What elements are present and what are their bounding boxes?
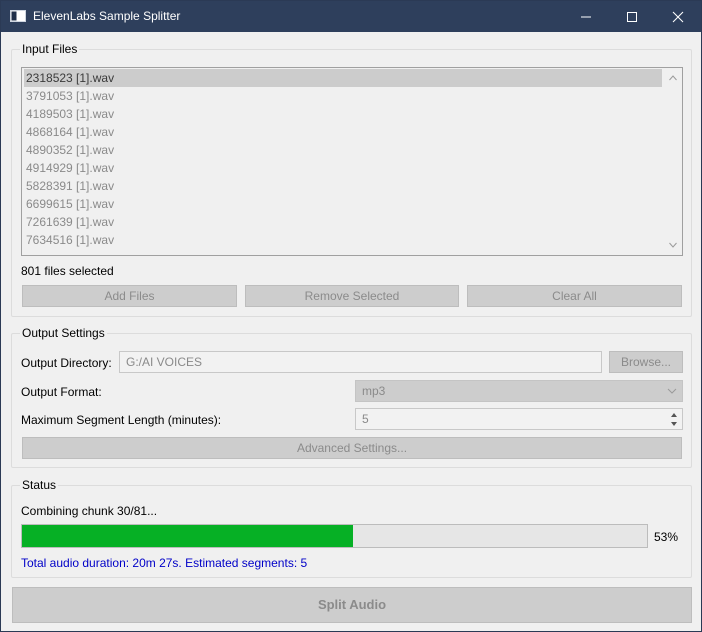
progress-fill <box>22 525 354 547</box>
close-icon <box>672 11 684 22</box>
file-list-item[interactable]: 6699615 [1].wav <box>24 195 114 213</box>
progress-bar <box>21 524 648 548</box>
clear-all-button[interactable]: Clear All <box>467 285 682 307</box>
file-list-item[interactable]: 4914929 [1].wav <box>24 159 114 177</box>
status-message: Combining chunk 30/81... <box>21 504 158 518</box>
minimize-icon <box>581 16 591 17</box>
duration-info: Total audio duration: 20m 27s. Estimated… <box>21 556 308 570</box>
arrow-up-icon <box>671 412 677 417</box>
scroll-up-icon[interactable] <box>668 73 678 83</box>
file-list-scrollbar[interactable] <box>664 68 682 255</box>
spin-up-button[interactable] <box>667 410 681 419</box>
spin-down-button[interactable] <box>667 419 681 428</box>
chevron-down-icon <box>667 388 677 394</box>
close-button[interactable] <box>655 1 701 32</box>
output-format-value: mp3 <box>362 384 386 398</box>
minimize-button[interactable] <box>563 1 609 32</box>
file-list-item[interactable]: 4868164 [1].wav <box>24 123 114 141</box>
file-list-item[interactable]: 4189503 [1].wav <box>24 105 114 123</box>
progress-percent: 53% <box>654 530 679 544</box>
max-segment-label: Maximum Segment Length (minutes): <box>21 413 222 427</box>
arrow-down-icon <box>671 421 677 426</box>
output-format-select[interactable]: mp3 <box>355 380 683 402</box>
file-list-item[interactable]: 3791053 [1].wav <box>24 87 114 105</box>
output-directory-input[interactable]: G:/AI VOICES <box>119 351 602 373</box>
window-title: ElevenLabs Sample Splitter <box>33 9 181 23</box>
output-format-label: Output Format: <box>21 385 102 399</box>
input-files-title: Input Files <box>20 42 80 56</box>
app-window: ElevenLabs Sample Splitter Input Files 2… <box>0 0 702 632</box>
title-bar[interactable]: ElevenLabs Sample Splitter <box>1 1 701 32</box>
files-selected-count: 801 files selected <box>21 264 114 278</box>
file-list-item[interactable]: 2318523 [1].wav <box>24 69 662 87</box>
browse-button[interactable]: Browse... <box>609 351 683 373</box>
max-segment-spinbox[interactable]: 5 <box>355 408 683 430</box>
output-directory-label: Output Directory: <box>21 356 112 370</box>
advanced-settings-button[interactable]: Advanced Settings... <box>22 437 682 459</box>
maximize-icon <box>627 11 637 22</box>
status-title: Status <box>20 478 59 492</box>
remove-selected-button[interactable]: Remove Selected <box>245 285 459 307</box>
maximize-button[interactable] <box>609 1 655 32</box>
file-list[interactable]: 2318523 [1].wav 3791053 [1].wav 4189503 … <box>21 67 683 256</box>
output-settings-title: Output Settings <box>20 326 107 340</box>
app-icon <box>10 10 26 22</box>
split-audio-button[interactable]: Split Audio <box>12 587 692 623</box>
scroll-down-icon[interactable] <box>668 240 678 250</box>
file-list-item[interactable]: 4890352 [1].wav <box>24 141 114 159</box>
file-list-item[interactable]: 7634516 [1].wav <box>24 231 114 249</box>
file-list-item[interactable]: 7261639 [1].wav <box>24 213 114 231</box>
file-list-item[interactable]: 5828391 [1].wav <box>24 177 114 195</box>
max-segment-value: 5 <box>362 412 369 426</box>
add-files-button[interactable]: Add Files <box>22 285 237 307</box>
